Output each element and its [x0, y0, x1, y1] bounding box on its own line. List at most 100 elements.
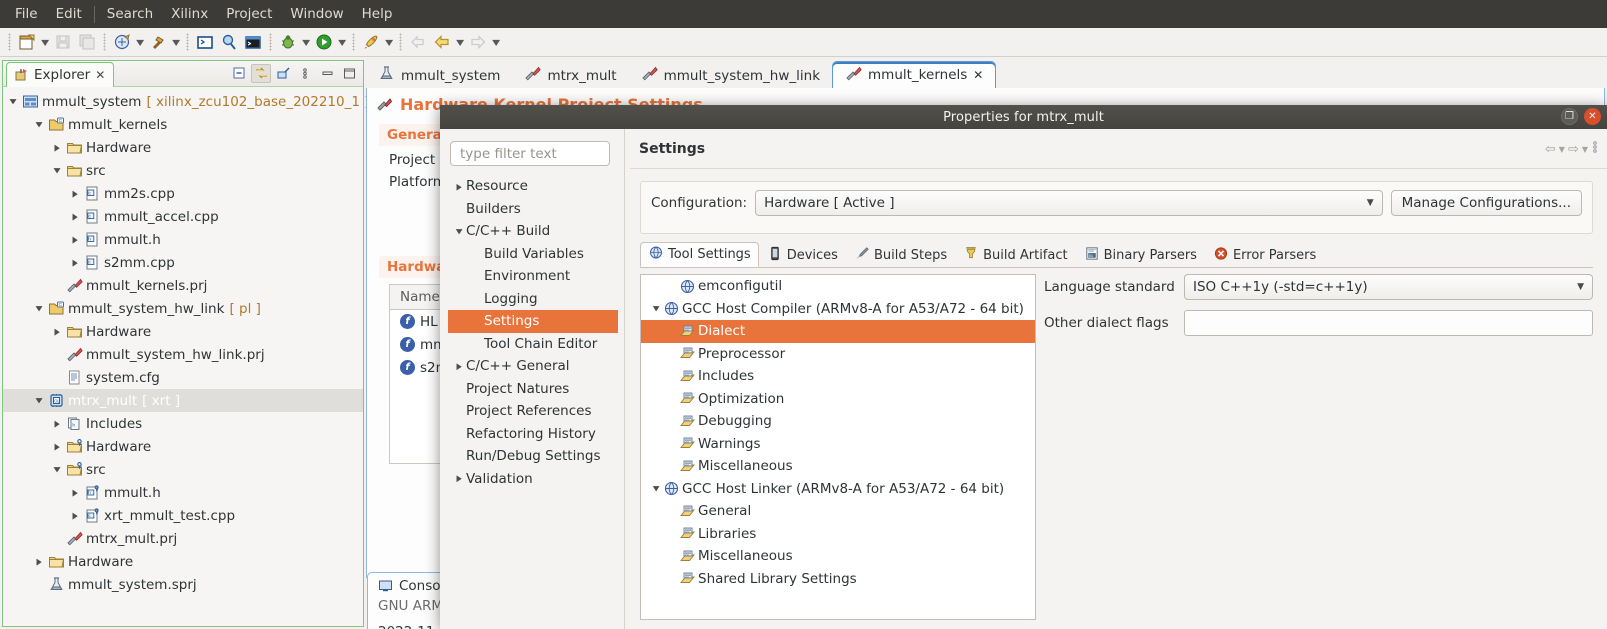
- expand-toggle-icon[interactable]: [31, 550, 47, 573]
- explorer-tree-item[interactable]: h mmult.h: [3, 481, 363, 504]
- editor-tab[interactable]: mmult_kernels ✕: [832, 61, 997, 88]
- expand-toggle-icon[interactable]: [452, 182, 466, 191]
- tool-option-item[interactable]: Includes: [641, 365, 1035, 388]
- language-standard-select[interactable]: ISO C++1y (-std=c++1y) ▼: [1184, 274, 1593, 300]
- explorer-tree-item[interactable]: mmult_system.sprj: [3, 573, 363, 596]
- back-icon[interactable]: [431, 31, 453, 53]
- expand-toggle-icon[interactable]: [49, 412, 65, 435]
- explorer-tree-item[interactable]: src: [3, 458, 363, 481]
- view-menu-icon[interactable]: [295, 64, 315, 83]
- expand-toggle-icon[interactable]: [49, 458, 65, 481]
- view-menu-icon[interactable]: [1591, 139, 1599, 159]
- restore-icon[interactable]: [273, 64, 293, 83]
- settings-nav-item[interactable]: Builders: [448, 198, 618, 221]
- expand-toggle-icon[interactable]: [49, 435, 65, 458]
- settings-tab[interactable]: 01 Binary Parsers: [1076, 243, 1205, 267]
- tool-option-item[interactable]: General: [641, 500, 1035, 523]
- settings-nav-item[interactable]: C/C++ Build: [448, 220, 618, 243]
- expand-toggle-icon[interactable]: [452, 362, 466, 371]
- tool-option-item[interactable]: GCC Host Compiler (ARMv8-A for A53/A72 -…: [641, 298, 1035, 321]
- settings-nav-item[interactable]: Tool Chain Editor: [448, 333, 618, 356]
- minimize-icon[interactable]: [317, 64, 337, 83]
- explorer-tree-item[interactable]: mmult_system_hw_link.prj: [3, 343, 363, 366]
- explorer-tree-item[interactable]: Cmmult_system_hw_link[ pl ]: [3, 297, 363, 320]
- run-dropdown[interactable]: [336, 31, 348, 53]
- explorer-tree-item[interactable]: mmult_kernels.prj: [3, 274, 363, 297]
- tool-option-item[interactable]: Shared Library Settings: [641, 568, 1035, 591]
- menu-search[interactable]: Search: [98, 3, 162, 25]
- explorer-tree-item[interactable]: c xrt_mmult_test.cpp: [3, 504, 363, 527]
- dialog-title-bar[interactable]: Properties for mtrx_mult ❐ ✕: [440, 105, 1607, 129]
- explorer-tree-item[interactable]: h mmult.h: [3, 228, 363, 251]
- close-icon[interactable]: ✕: [95, 68, 105, 82]
- expand-toggle-icon[interactable]: [67, 251, 83, 274]
- toolbar-grip-5[interactable]: [352, 33, 355, 51]
- settings-nav-item[interactable]: Refactoring History: [448, 423, 618, 446]
- settings-nav-item[interactable]: Build Variables: [448, 243, 618, 266]
- tool-option-item[interactable]: GCC Host Linker (ARMv8-A for A53/A72 - 6…: [641, 478, 1035, 501]
- explorer-tree-item[interactable]: Hardware: [3, 136, 363, 159]
- expand-toggle-icon[interactable]: [31, 113, 47, 136]
- expand-toggle-icon[interactable]: [49, 136, 65, 159]
- project-explorer-tree[interactable]: mmult_system[ xilinx_zcu102_base_202210_…: [3, 87, 370, 596]
- menu-window[interactable]: Window: [281, 3, 352, 25]
- settings-nav-item[interactable]: Run/Debug Settings: [448, 445, 618, 468]
- new-file-icon[interactable]: [16, 31, 38, 53]
- settings-tab[interactable]: Devices: [759, 243, 846, 267]
- explorer-tree-item[interactable]: Hardware: [3, 550, 363, 573]
- expand-toggle-icon[interactable]: [452, 474, 466, 483]
- search-icon[interactable]: [218, 31, 240, 53]
- back-icon[interactable]: ⇦: [1545, 142, 1556, 157]
- build-all-dropdown[interactable]: [134, 31, 146, 53]
- expand-toggle-icon[interactable]: [49, 159, 65, 182]
- settings-nav-item[interactable]: Environment: [448, 265, 618, 288]
- editor-tab[interactable]: mmult_system: [366, 63, 512, 88]
- launch-rocket-icon[interactable]: [360, 31, 382, 53]
- explorer-tree-item[interactable]: Cmmult_kernels: [3, 113, 363, 136]
- new-file-dropdown[interactable]: [39, 31, 51, 53]
- expand-toggle-icon[interactable]: [67, 182, 83, 205]
- toolbar-grip-2[interactable]: [103, 33, 106, 51]
- other-dialect-flags-input[interactable]: [1184, 310, 1593, 336]
- explorer-tree-item[interactable]: Hardware: [3, 435, 363, 458]
- maximize-icon[interactable]: ❐: [1561, 108, 1578, 125]
- settings-nav-item[interactable]: Logging: [448, 288, 618, 311]
- tool-option-item[interactable]: Preprocessor: [641, 343, 1035, 366]
- hammer-build-icon[interactable]: [147, 31, 169, 53]
- explorer-tree-item[interactable]: mtrx_mult.prj: [3, 527, 363, 550]
- expand-toggle-icon[interactable]: [67, 205, 83, 228]
- tool-option-item[interactable]: Libraries: [641, 523, 1035, 546]
- expand-toggle-icon[interactable]: [31, 297, 47, 320]
- settings-tab[interactable]: Tool Settings: [640, 242, 759, 267]
- dialog-sash[interactable]: [624, 129, 625, 629]
- tool-option-item[interactable]: Miscellaneous: [641, 455, 1035, 478]
- expand-toggle-icon[interactable]: [5, 90, 21, 113]
- forward-dropdown[interactable]: [490, 31, 502, 53]
- explorer-tree-item[interactable]: c s2mm.cpp: [3, 251, 363, 274]
- build-dropdown[interactable]: [170, 31, 182, 53]
- settings-nav-item[interactable]: Resource: [448, 175, 618, 198]
- maximize-icon[interactable]: [339, 64, 359, 83]
- explorer-tree-item[interactable]: h Includes: [3, 412, 363, 435]
- back-dropdown-icon[interactable]: ▼: [1559, 145, 1565, 154]
- close-icon[interactable]: ✕: [973, 68, 983, 82]
- settings-nav-item[interactable]: Project References: [448, 400, 618, 423]
- toolbar-grip-6[interactable]: [399, 33, 402, 51]
- settings-nav-item[interactable]: Project Natures: [448, 378, 618, 401]
- build-all-icon[interactable]: [111, 31, 133, 53]
- expand-toggle-icon[interactable]: [649, 484, 663, 493]
- tool-option-item[interactable]: Dialect: [641, 320, 1035, 343]
- close-icon[interactable]: ✕: [1584, 108, 1601, 125]
- toolbar-grip[interactable]: [8, 33, 11, 51]
- expand-toggle-icon[interactable]: [67, 481, 83, 504]
- tool-option-item[interactable]: Miscellaneous: [641, 545, 1035, 568]
- editor-tab[interactable]: mmult_system_hw_link: [629, 63, 832, 88]
- settings-nav-item[interactable]: Validation: [448, 468, 618, 491]
- menu-edit[interactable]: Edit: [47, 3, 91, 25]
- explorer-tree-item[interactable]: OL mtrx_mult[ xrt ]: [3, 389, 363, 412]
- explorer-tree-item[interactable]: Hardware: [3, 320, 363, 343]
- back-dropdown[interactable]: [454, 31, 466, 53]
- menu-project[interactable]: Project: [217, 3, 281, 25]
- settings-tab[interactable]: Build Steps: [846, 243, 955, 267]
- tool-options-tree[interactable]: emconfigutil GCC Host Compiler (ARMv8-A f…: [640, 274, 1036, 620]
